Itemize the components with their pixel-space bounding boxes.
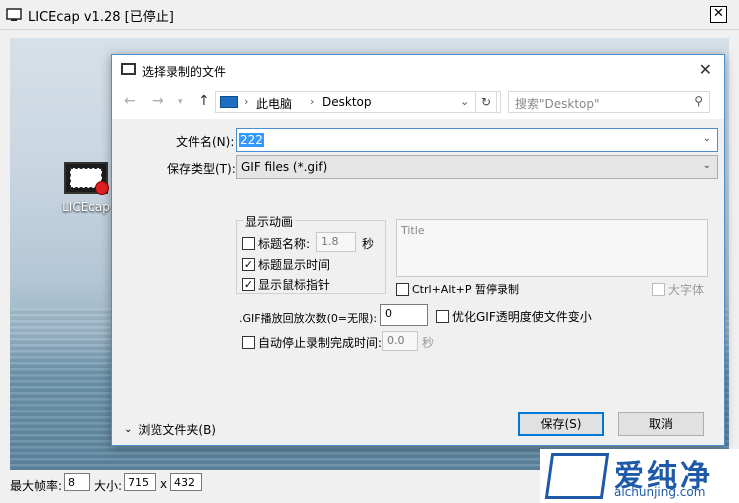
chevron-down-icon[interactable]: ⌄ <box>703 133 711 144</box>
title-time-label: 标题显示时间 <box>258 258 331 272</box>
watermark-logo <box>544 453 610 499</box>
filename-value: 222 <box>239 133 264 147</box>
forward-arrow-icon[interactable]: → <box>152 93 164 109</box>
optimize-gif-checkbox[interactable]: 优化GIF透明度使文件变小 <box>436 308 592 325</box>
title-name-checkbox[interactable]: 标题名称: <box>242 235 310 252</box>
close-icon[interactable]: ✕ <box>710 6 727 23</box>
save-button[interactable]: 保存(S) <box>518 412 604 436</box>
size-separator: x <box>160 477 168 491</box>
title-placeholder: Title <box>401 224 425 237</box>
animation-group-title: 显示动画 <box>243 213 296 230</box>
desktop-shortcut-label: LICEcap <box>62 200 110 214</box>
checkbox-box[interactable] <box>396 282 409 296</box>
app-title: LICEcap v1.28 [已停止] <box>28 10 174 25</box>
checkbox-box[interactable] <box>436 310 449 323</box>
breadcrumb-desktop[interactable]: Desktop <box>322 95 372 109</box>
address-bar[interactable]: › 此电脑 › Desktop ⌄ <box>215 91 501 113</box>
filename-field[interactable]: 222 ⌄ <box>236 128 718 152</box>
cancel-button[interactable]: 取消 <box>618 412 704 436</box>
title-name-label: 标题名称: <box>258 237 311 251</box>
up-arrow-icon[interactable]: ↑ <box>198 93 210 109</box>
title-time-checkbox[interactable]: ✓ 标题显示时间 <box>242 256 330 273</box>
app-titlebar: LICEcap v1.28 [已停止] ✕ <box>0 0 739 30</box>
pause-hotkey-checkbox[interactable]: Ctrl+Alt+P 暂停录制 <box>396 281 519 297</box>
breadcrumb-chevron-icon[interactable]: › <box>244 95 248 108</box>
fps-input[interactable]: 8 <box>64 473 90 491</box>
loop-count-label: .GIF播放回放次数(0=无限): <box>239 312 378 325</box>
mouse-pointer-checkbox[interactable]: ✓ 显示鼠标指针 <box>242 276 330 293</box>
height-input[interactable]: 432 <box>170 473 202 491</box>
loop-count-input[interactable]: 0 <box>380 304 428 326</box>
search-icon: ⚲ <box>694 94 703 108</box>
checkbox-box[interactable] <box>652 283 665 296</box>
checkmark-icon[interactable]: ✓ <box>242 258 255 271</box>
save-dialog: 选择录制的文件 ✕ ← → ▾ ↑ › 此电脑 › Desktop ⌄ ↻ 搜索… <box>111 54 725 446</box>
fps-label: 最大帧率: <box>10 479 63 493</box>
dialog-titlebar: 选择录制的文件 ✕ <box>112 55 724 85</box>
checkbox-box[interactable] <box>242 237 255 250</box>
navigation-bar: ← → ▾ ↑ › 此电脑 › Desktop ⌄ ↻ 搜索"Desktop" … <box>112 85 724 119</box>
auto-stop-checkbox[interactable]: 自动停止录制完成时间: <box>242 334 382 351</box>
back-arrow-icon[interactable]: ← <box>124 93 136 109</box>
chevron-down-icon[interactable]: ⌄ <box>460 95 469 108</box>
seconds-unit: 秒 <box>362 237 375 251</box>
title-seconds-input[interactable]: 1.8 <box>316 232 356 252</box>
browse-folders-label: 浏览文件夹(B) <box>138 423 216 437</box>
monitor-icon <box>121 63 136 75</box>
size-label: 大小: <box>94 479 123 493</box>
breadcrumb-chevron-icon[interactable]: › <box>310 95 314 108</box>
filetype-value: GIF files (*.gif) <box>241 160 328 174</box>
browse-folders-toggle[interactable]: ⌄ 浏览文件夹(B) <box>124 421 216 438</box>
search-placeholder: 搜索"Desktop" <box>515 97 600 111</box>
recent-chevron-icon[interactable]: ▾ <box>178 97 183 107</box>
filetype-label: 保存类型(T): <box>167 162 236 176</box>
auto-stop-unit: 秒 <box>422 336 435 350</box>
pause-hotkey-label: Ctrl+Alt+P 暂停录制 <box>412 283 520 296</box>
watermark: 爱纯净 aichunjing.com <box>540 449 739 503</box>
refresh-icon[interactable]: ↻ <box>475 91 497 113</box>
checkbox-box[interactable] <box>242 336 255 349</box>
desktop-shortcut-licecap[interactable]: LICEcap <box>56 162 116 214</box>
filetype-select[interactable]: GIF files (*.gif) ⌄ <box>236 155 718 179</box>
title-textarea[interactable]: Title <box>396 219 708 277</box>
licecap-icon <box>64 162 109 195</box>
this-pc-icon <box>220 96 238 108</box>
filename-label: 文件名(N): <box>176 135 235 149</box>
auto-stop-input[interactable]: 0.0 <box>382 331 418 351</box>
chevron-down-icon[interactable]: ⌄ <box>703 160 711 171</box>
width-input[interactable]: 715 <box>124 473 156 491</box>
dialog-title: 选择录制的文件 <box>142 65 227 79</box>
mouse-pointer-label: 显示鼠标指针 <box>258 278 331 292</box>
chevron-down-icon[interactable]: ⌄ <box>124 424 132 435</box>
big-font-checkbox[interactable]: 大字体 <box>652 281 704 298</box>
search-input[interactable]: 搜索"Desktop" ⚲ <box>508 91 710 113</box>
big-font-label: 大字体 <box>668 283 705 297</box>
close-icon[interactable]: ✕ <box>699 60 712 79</box>
checkmark-icon[interactable]: ✓ <box>242 278 255 291</box>
optimize-gif-label: 优化GIF透明度使文件变小 <box>452 310 592 324</box>
watermark-url: aichunjing.com <box>614 485 706 499</box>
licecap-app-icon <box>6 8 22 21</box>
breadcrumb-this-pc[interactable]: 此电脑 <box>256 95 292 112</box>
auto-stop-label: 自动停止录制完成时间: <box>258 336 383 350</box>
